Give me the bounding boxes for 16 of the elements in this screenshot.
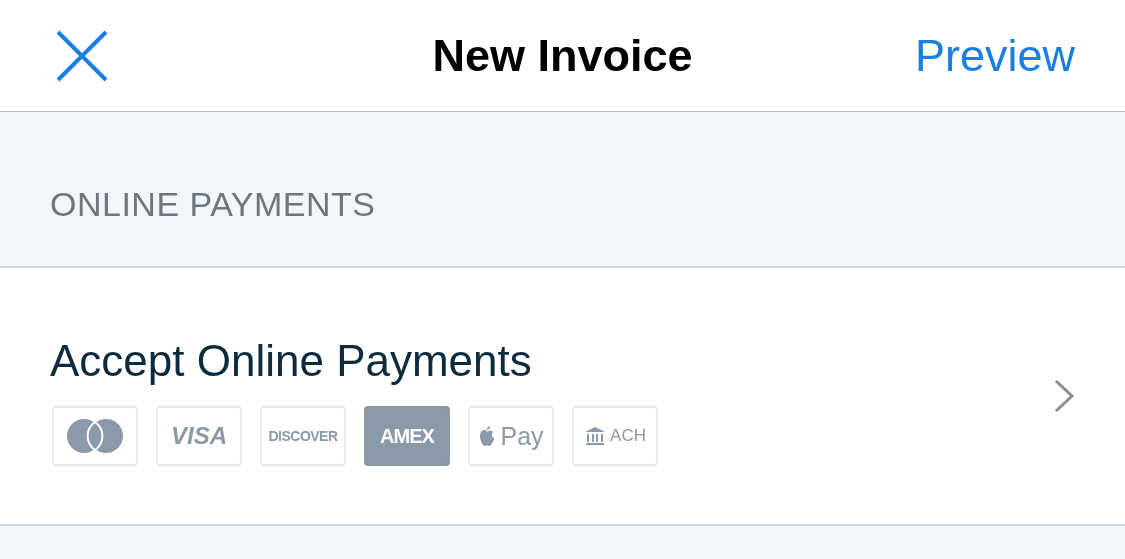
payments-row[interactable]: Accept Online Payments VISA DISCOVER AMEX Pay ACH (0, 268, 1125, 526)
overlapping-circles-icon (66, 418, 124, 454)
screen-title: New Invoice (432, 29, 693, 82)
chevron-right-icon (1053, 379, 1075, 413)
card-brand-text: AMEX (380, 424, 434, 448)
card-brand-text: DISCOVER (268, 428, 338, 444)
preview-button[interactable]: Preview (914, 29, 1075, 82)
close-icon (56, 29, 108, 82)
card-brand-text: VISA (171, 422, 227, 450)
apple-icon (478, 425, 497, 447)
close-button[interactable] (56, 29, 108, 82)
card-brand-text: Pay (500, 421, 544, 451)
row-title: Accept Online Payments (50, 336, 533, 386)
card-brand-text: ACH (610, 426, 646, 446)
bank-icon (584, 426, 607, 446)
section-heading: ONLINE PAYMENTS (50, 185, 376, 224)
